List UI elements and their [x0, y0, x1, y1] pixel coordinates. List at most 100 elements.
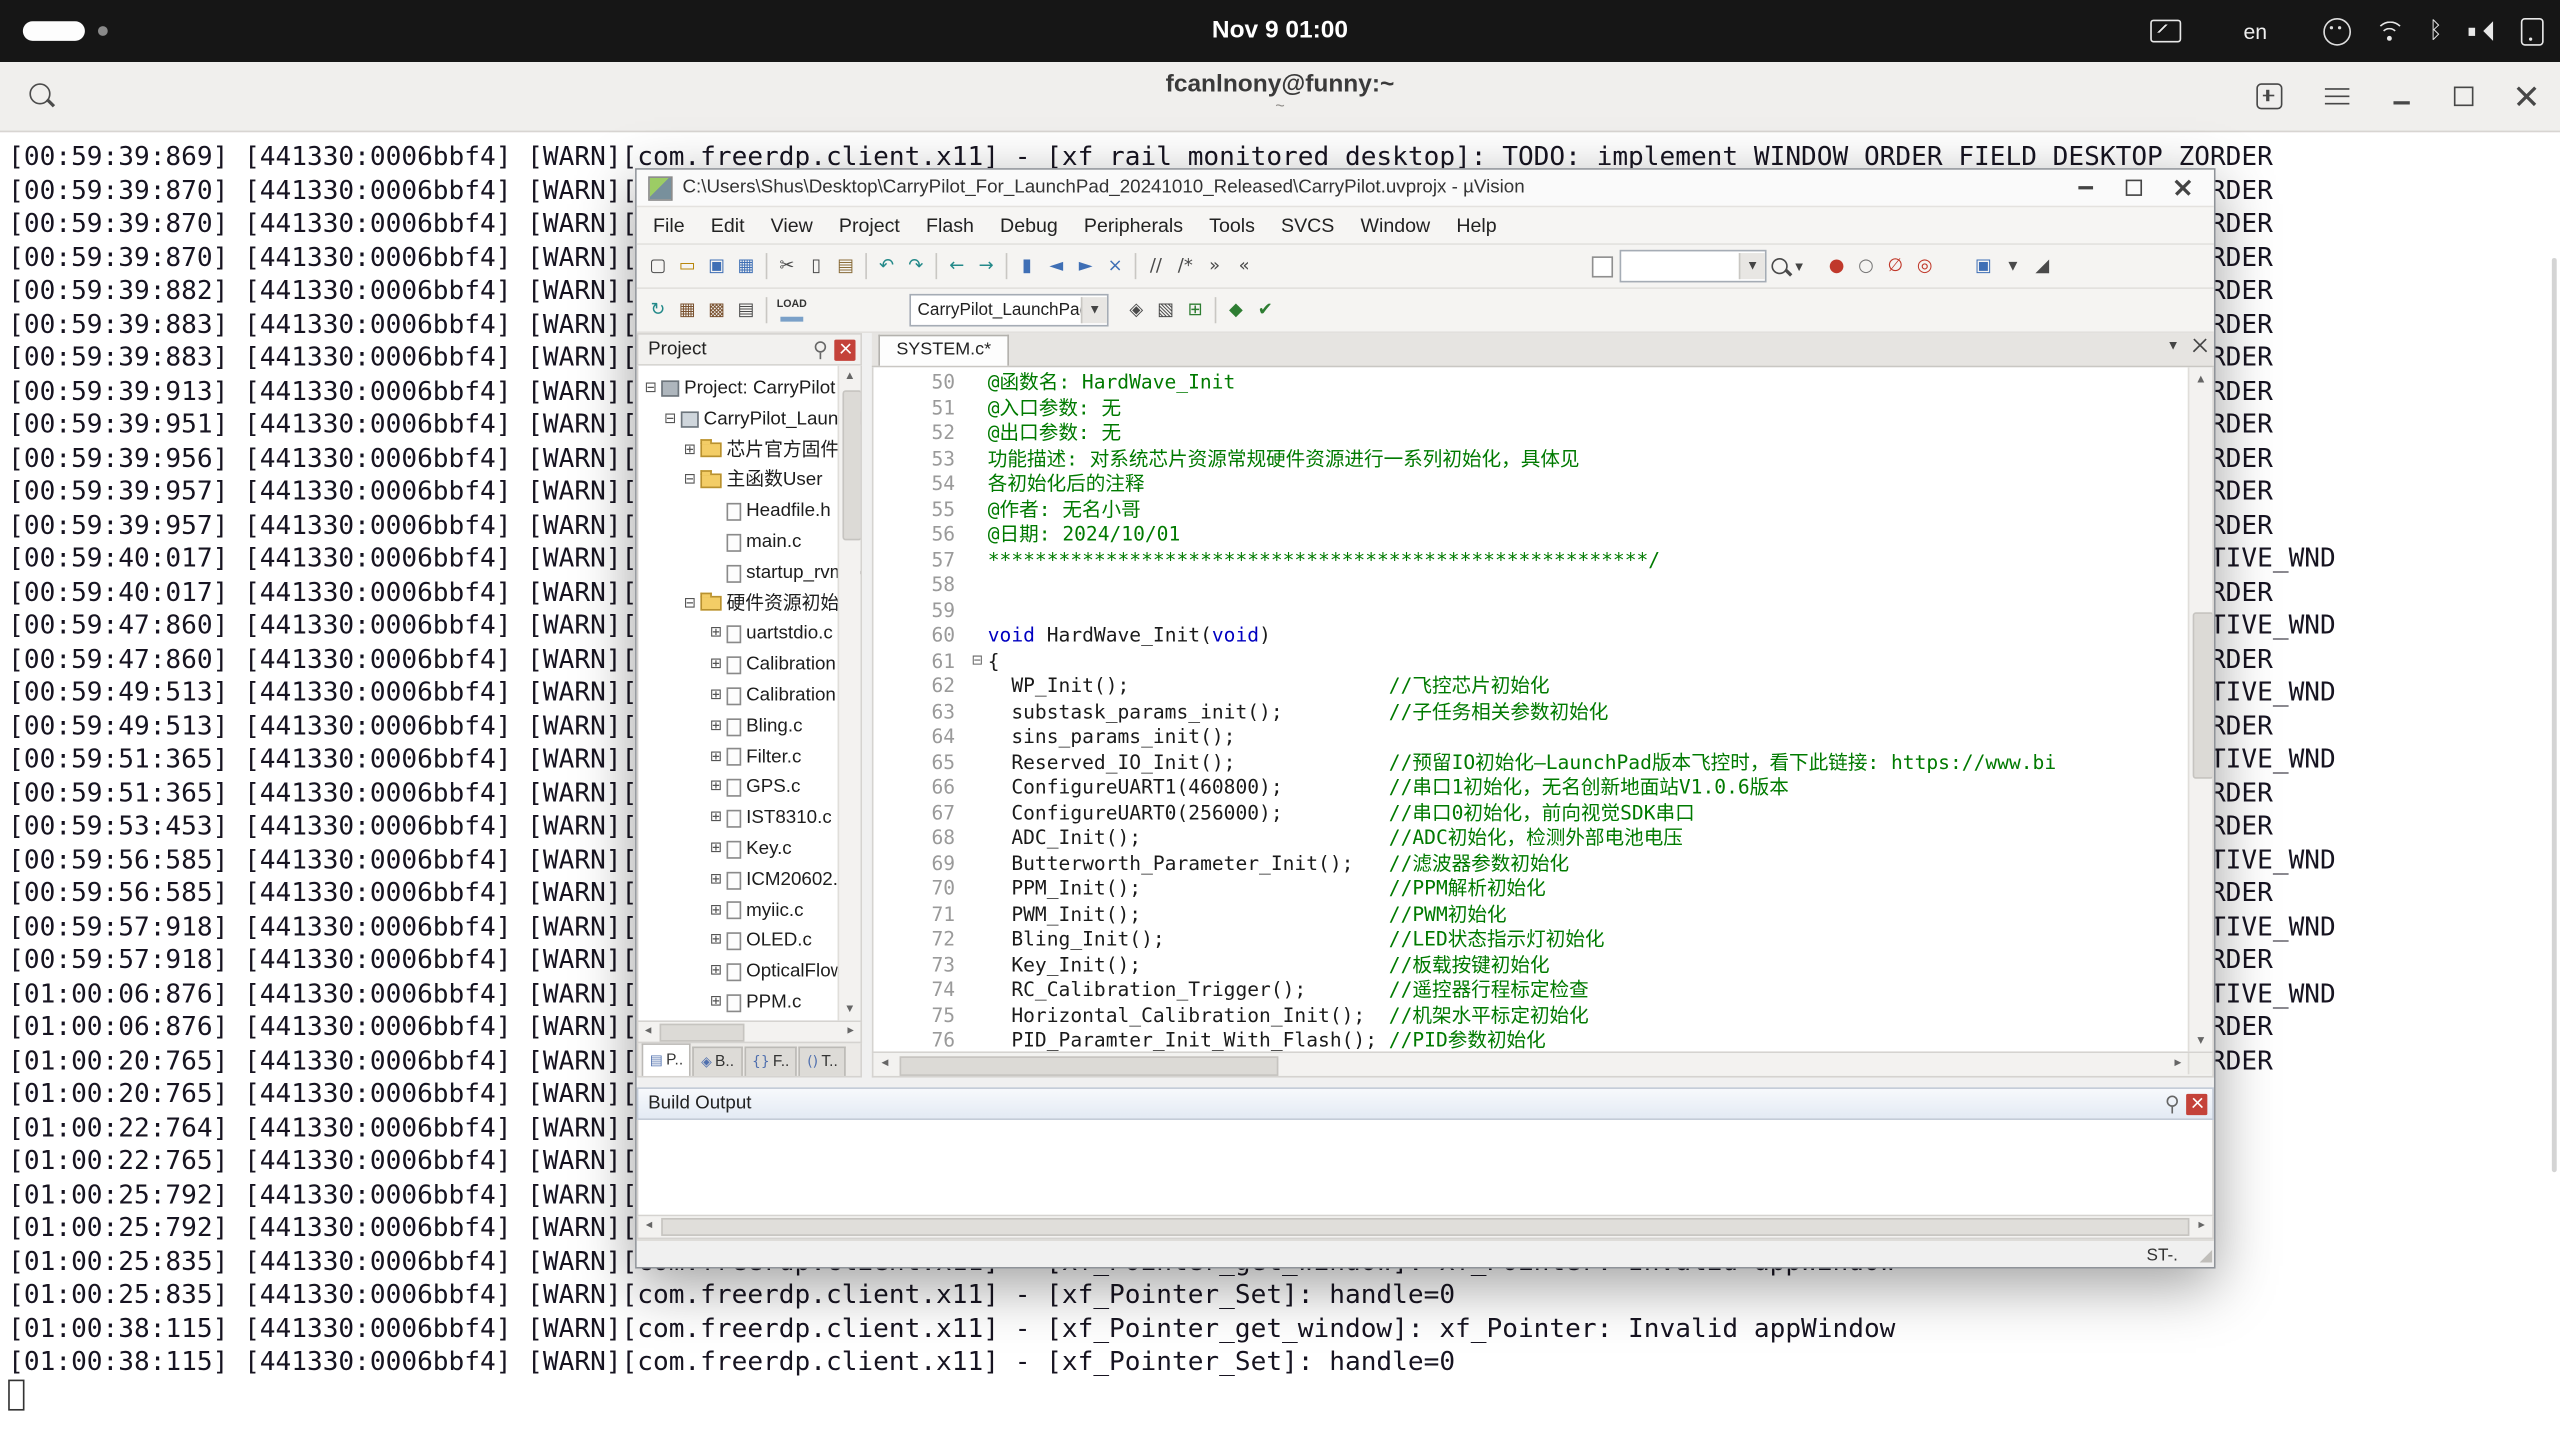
- flash-download-button[interactable]: LOAD: [772, 296, 811, 325]
- batch-build-icon[interactable]: ▤: [731, 296, 760, 325]
- code-line[interactable]: 68 ADC_Init(); //ADC初始化，检测外部电池电压: [873, 826, 2212, 851]
- copy-icon[interactable]: ▯: [802, 251, 831, 280]
- chevron-down-icon[interactable]: ▼: [1739, 253, 1765, 279]
- close-file-icon[interactable]: [2193, 338, 2208, 353]
- build-output-close-button[interactable]: [2186, 1093, 2207, 1114]
- build-icon[interactable]: ▦: [673, 296, 702, 325]
- tree-expander-icon[interactable]: ⊞: [707, 619, 725, 650]
- code-line[interactable]: 67 ConfigureUART0(256000); //串口0初始化，前向视觉…: [873, 801, 2212, 826]
- tab-list-dropdown-icon[interactable]: ▼: [2167, 338, 2180, 353]
- code-line[interactable]: 61 ⊟ {: [873, 649, 2212, 674]
- fold-marker-icon[interactable]: [967, 497, 988, 522]
- uvision-maximize-button[interactable]: [2109, 171, 2158, 204]
- scroll-left-arrow[interactable]: ◄: [873, 1053, 896, 1074]
- toolbar-separator[interactable]: [936, 253, 938, 279]
- menu-item[interactable]: File: [640, 207, 698, 243]
- fold-marker-icon[interactable]: [967, 371, 988, 396]
- fold-marker-icon[interactable]: ⊟: [967, 649, 988, 674]
- save-icon[interactable]: ▣: [702, 251, 731, 280]
- configure-icon[interactable]: ◢: [2028, 251, 2057, 280]
- tree-expander-icon[interactable]: ⊟: [681, 466, 699, 497]
- code-line[interactable]: 59: [873, 598, 2212, 623]
- project-tree[interactable]: ⊟ Project: CarryPilot ⊟ CarryPilot_Launc…: [637, 366, 862, 1022]
- menu-item[interactable]: Edit: [698, 207, 758, 243]
- tree-expander-icon[interactable]: ⊞: [707, 834, 725, 865]
- scroll-right-arrow[interactable]: ►: [2191, 1216, 2212, 1236]
- minimize-button[interactable]: [2392, 87, 2412, 107]
- hamburger-menu-button[interactable]: [2325, 87, 2349, 105]
- code-line[interactable]: 62 WP_Init(); //飞控芯片初始化: [873, 674, 2212, 699]
- indent-icon[interactable]: »: [1200, 251, 1229, 280]
- code-line[interactable]: 74 RC_Calibration_Trigger(); //遥控器行程标定检查: [873, 978, 2212, 1003]
- new-file-icon[interactable]: ▢: [643, 251, 672, 280]
- kill-breakpoints-icon[interactable]: ∅: [1881, 251, 1910, 280]
- tree-item[interactable]: ⊞ ICM20602.c: [638, 865, 860, 896]
- toolbar-separator[interactable]: [1215, 297, 1217, 323]
- tree-item[interactable]: ⊟ CarryPilot_LaunchPad_V7: [638, 405, 860, 436]
- fold-marker-icon[interactable]: [967, 548, 988, 573]
- tree-expander-icon[interactable]: ⊞: [681, 435, 699, 466]
- tree-item[interactable]: ⊞ GPS.c: [638, 773, 860, 804]
- tree-expander-icon[interactable]: ⊞: [707, 773, 725, 804]
- code-line[interactable]: 58: [873, 573, 2212, 598]
- tree-expander-icon[interactable]: ⊞: [707, 957, 725, 988]
- toolbar-separator[interactable]: [766, 253, 768, 279]
- resize-grip[interactable]: ◢: [2200, 1247, 2213, 1265]
- build-output-splitter[interactable]: [637, 1078, 2214, 1088]
- code-line[interactable]: 56 @日期: 2024/10/01: [873, 522, 2212, 547]
- code-line[interactable]: 64 sins_params_init();: [873, 725, 2212, 750]
- disable-breakpoint-icon[interactable]: ○: [1851, 251, 1880, 280]
- tree-item[interactable]: ⊞ myiic.c: [638, 896, 860, 927]
- menu-item[interactable]: Debug: [987, 207, 1071, 243]
- tree-item[interactable]: ⊟ 硬件资源初始化: [638, 589, 860, 620]
- code-line[interactable]: 50 @函数名: HardWave_Init: [873, 371, 2212, 396]
- fold-marker-icon[interactable]: [967, 522, 988, 547]
- fold-marker-icon[interactable]: [967, 851, 988, 876]
- fold-marker-icon[interactable]: [967, 421, 988, 446]
- tree-item[interactable]: Headfile.h: [638, 497, 860, 528]
- dropdown-arrow-icon[interactable]: ▾: [1998, 251, 2027, 280]
- panel-splitter[interactable]: [862, 333, 872, 1077]
- screenshot-icon[interactable]: [2521, 17, 2544, 45]
- project-panel-close-button[interactable]: [834, 339, 855, 360]
- code-line[interactable]: 60 void HardWave_Init(void): [873, 624, 2212, 649]
- menu-item[interactable]: Tools: [1196, 207, 1268, 243]
- editor-vscrollbar[interactable]: ▲ ▼: [2188, 367, 2212, 1051]
- uvision-close-button[interactable]: [2158, 171, 2207, 204]
- tree-expander-icon[interactable]: ⊟: [642, 374, 660, 405]
- scroll-down-arrow[interactable]: ▼: [839, 999, 860, 1020]
- tree-item[interactable]: startup_rvmdk.S: [638, 558, 860, 589]
- find-scope-checkbox[interactable]: [1592, 256, 1613, 277]
- toolbar-separator[interactable]: [1006, 253, 1008, 279]
- outdent-icon[interactable]: «: [1229, 251, 1258, 280]
- undo-icon[interactable]: ↶: [872, 251, 901, 280]
- tree-item[interactable]: ⊞ Bling.c: [638, 711, 860, 742]
- code-line[interactable]: 55 @作者: 无名小哥: [873, 497, 2212, 522]
- menu-item[interactable]: Window: [1347, 207, 1443, 243]
- project-panel-tab[interactable]: ▤ P..: [642, 1043, 692, 1076]
- uncomment-icon[interactable]: /*: [1171, 251, 1200, 280]
- fold-marker-icon[interactable]: [967, 624, 988, 649]
- pin-icon[interactable]: [810, 340, 830, 360]
- project-panel-tab[interactable]: ◈ B..: [693, 1047, 742, 1076]
- fold-marker-icon[interactable]: [967, 776, 988, 801]
- insert-breakpoint-icon[interactable]: ●: [1822, 251, 1851, 280]
- menu-item[interactable]: Flash: [913, 207, 987, 243]
- code-editor[interactable]: 50 @函数名: HardWave_Init 51 @入口参数: 无: [872, 367, 2214, 1053]
- bookmark-prev-icon[interactable]: ◄: [1042, 251, 1071, 280]
- paste-icon[interactable]: ▤: [831, 251, 860, 280]
- code-line[interactable]: 72 Bling_Init(); //LED状态指示灯初始化: [873, 927, 2212, 952]
- editor-tab-systemc[interactable]: SYSTEM.c*: [878, 335, 1009, 366]
- scrollbar-thumb[interactable]: [661, 1218, 2189, 1236]
- manage-components-icon[interactable]: ⊞: [1180, 296, 1209, 325]
- menu-item[interactable]: View: [758, 207, 826, 243]
- tree-expander-icon[interactable]: ⊞: [707, 926, 725, 957]
- rebuild-icon[interactable]: ▩: [702, 296, 731, 325]
- code-line[interactable]: 57 *************************************…: [873, 548, 2212, 573]
- fold-marker-icon[interactable]: [967, 826, 988, 851]
- open-file-icon[interactable]: ▭: [673, 251, 702, 280]
- options-for-target-icon[interactable]: ◈: [1122, 296, 1151, 325]
- tree-expander-icon[interactable]: ⊞: [707, 988, 725, 1019]
- tree-expander-icon[interactable]: ⊞: [707, 711, 725, 742]
- tree-item[interactable]: ⊟ 主函数User: [638, 466, 860, 497]
